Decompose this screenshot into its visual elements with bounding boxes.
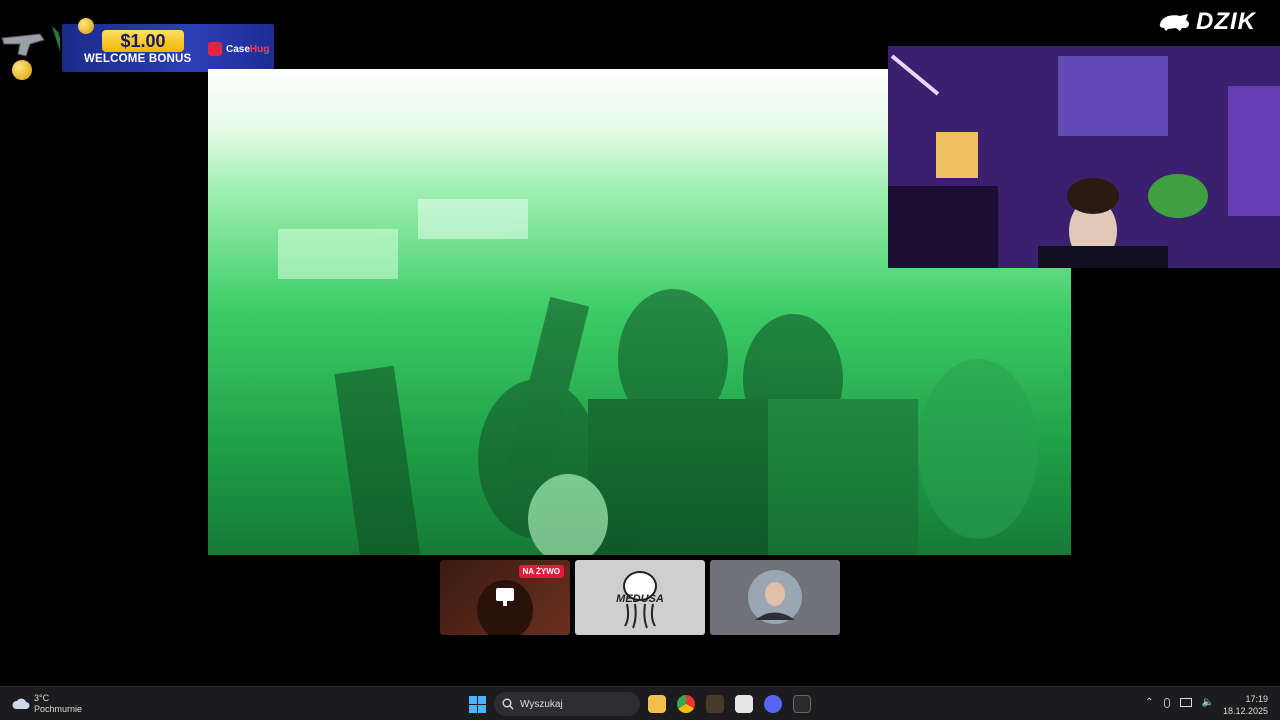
volume-icon[interactable]: 🔈 [1202,697,1214,708]
stream-thumbnail-live[interactable]: NA ŻYWO [440,560,570,635]
channel-logo: DZIK [1158,8,1256,36]
casehug-logo-icon [208,42,222,56]
weather-widget[interactable]: 3°C Pochmurnie [12,693,82,715]
avatar [748,570,802,624]
cloud-icon [12,698,30,709]
search-icon [502,698,514,710]
windows-logo-icon [478,705,486,713]
system-tray: ⌃ 🔈 [1145,697,1214,708]
windows-taskbar: 3°C Pochmurnie Wyszukaj ⌃ 🔈 17:19 18.12.… [0,686,1280,720]
taskbar-search[interactable]: Wyszukaj [494,692,640,716]
clock-time: 17:19 [1245,694,1268,704]
microphone-icon[interactable] [1163,697,1170,708]
medusa-label: MEDUSA [616,593,664,605]
start-button[interactable] [469,696,486,713]
live-badge: NA ŻYWO [518,565,564,578]
discord-icon[interactable] [764,695,782,713]
windows-logo-icon [469,705,477,713]
epic-games-icon[interactable] [793,695,811,713]
file-explorer-icon[interactable] [648,695,666,713]
weather-desc: Pochmurnie [34,704,83,714]
webcam-feed [888,46,1280,268]
windows-logo-icon [478,696,486,704]
promo-bonus-text: WELCOME BONUS [84,53,192,65]
boar-icon [1159,14,1189,31]
brand-prefix: Case [226,43,250,55]
coin-icon [12,60,32,80]
webcam-overlay [888,46,1280,268]
brand-suffix: Hug [249,43,270,55]
chrome-icon[interactable] [677,695,695,713]
windows-logo-icon [469,696,477,704]
promo-brand: CaseHug [208,42,269,56]
channel-name: DZIK [1196,8,1256,35]
chevron-up-icon[interactable]: ⌃ [1145,697,1153,708]
coin-icon [78,18,94,34]
taskbar-clock[interactable]: 17:19 18.12.2025 [1223,693,1268,717]
weather-temp: 3°C [34,693,50,703]
stream-thumbnail-medusa[interactable]: MEDUSA [575,560,705,635]
app-icon[interactable] [735,695,753,713]
network-icon[interactable] [1179,698,1192,707]
search-placeholder: Wyszukaj [520,698,563,710]
clock-date: 18.12.2025 [1222,706,1268,716]
promo-amount: $1.00 [102,30,184,52]
app-icon[interactable] [706,695,724,713]
stream-thumbnail-avatar[interactable] [710,560,840,635]
